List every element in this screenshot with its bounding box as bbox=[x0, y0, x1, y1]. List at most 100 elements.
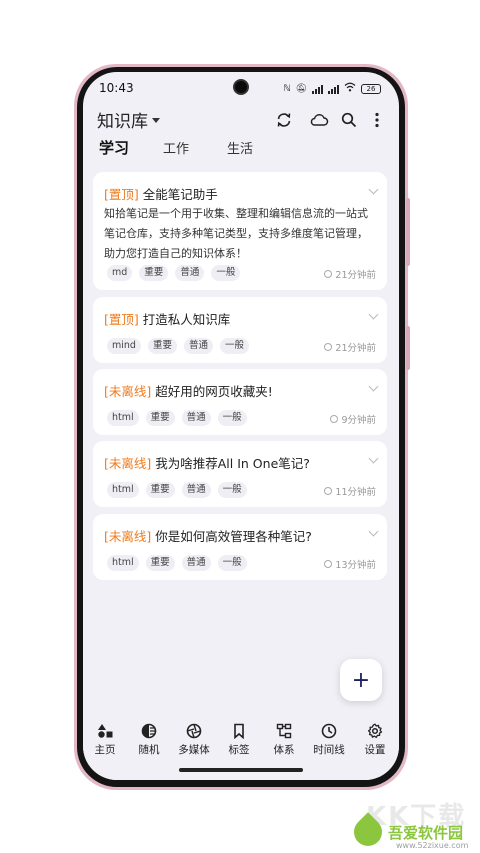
note-chip[interactable]: html bbox=[107, 555, 139, 571]
clock-icon bbox=[324, 270, 333, 278]
nav-item-tags[interactable]: 标签 bbox=[217, 722, 261, 757]
note-chips: html 重要 普通 一般 bbox=[107, 410, 247, 426]
note-chip[interactable]: 普通 bbox=[181, 410, 211, 426]
app-header: 知识库 bbox=[83, 104, 399, 136]
note-chip[interactable]: 普通 bbox=[183, 338, 213, 354]
hierarchy-icon bbox=[262, 722, 306, 740]
signal-icon bbox=[312, 84, 323, 94]
nav-label: 标签 bbox=[228, 744, 250, 756]
note-time: 13分钟前 bbox=[324, 557, 376, 571]
note-card[interactable]: [未离线] 你是如何高效管理各种笔记? html 重要 普通 一般 13分钟前 bbox=[93, 514, 387, 580]
chevron-down-icon[interactable] bbox=[368, 184, 379, 195]
note-time: 21分钟前 bbox=[324, 267, 376, 281]
note-time-text: 21分钟前 bbox=[335, 343, 376, 354]
random-icon bbox=[127, 722, 171, 740]
note-card[interactable]: [置顶] 打造私人知识库 mind 重要 普通 一般 21分钟前 bbox=[93, 297, 387, 363]
clock-icon bbox=[330, 415, 339, 423]
note-chip[interactable]: 重要 bbox=[145, 555, 175, 571]
note-chip[interactable]: html bbox=[107, 410, 139, 426]
note-tag: [置顶] bbox=[104, 312, 139, 327]
note-title: [未离线] 超好用的网页收藏夹! bbox=[104, 381, 273, 400]
bottom-nav: 主页 随机 多媒体 标签 体系 时间线 设置 bbox=[83, 714, 399, 780]
nav-item-random[interactable]: 随机 bbox=[127, 722, 171, 757]
note-time-text: 21分钟前 bbox=[335, 270, 376, 281]
note-time: 21分钟前 bbox=[324, 340, 376, 354]
chevron-down-icon[interactable] bbox=[368, 309, 379, 320]
nav-item-settings[interactable]: 设置 bbox=[353, 722, 397, 757]
signal-icon bbox=[328, 84, 339, 94]
note-card[interactable]: [置顶] 全能笔记助手 知拾笔记是一个用于收集、整理和编辑信息流的一站式笔记仓库… bbox=[93, 172, 387, 290]
note-title-text: 超好用的网页收藏夹! bbox=[155, 384, 273, 399]
note-chip[interactable]: 普通 bbox=[181, 482, 211, 498]
note-title: [置顶] 打造私人知识库 bbox=[104, 309, 230, 328]
nav-label: 多媒体 bbox=[178, 744, 210, 756]
chevron-down-icon[interactable] bbox=[368, 526, 379, 537]
note-chip[interactable]: 普通 bbox=[175, 265, 205, 281]
add-note-button[interactable]: + bbox=[340, 659, 382, 701]
nav-item-timeline[interactable]: 时间线 bbox=[307, 722, 351, 757]
note-chips: html 重要 普通 一般 bbox=[107, 555, 247, 571]
library-title: 知识库 bbox=[97, 112, 148, 132]
more-menu-icon[interactable] bbox=[366, 109, 388, 131]
note-chip[interactable]: 重要 bbox=[145, 410, 175, 426]
tab-life[interactable]: 生活 bbox=[227, 138, 253, 157]
clock-icon bbox=[307, 722, 351, 740]
note-title-text: 打造私人知识库 bbox=[142, 312, 231, 327]
note-chip[interactable]: md bbox=[107, 265, 133, 281]
note-chip[interactable]: 一般 bbox=[219, 338, 249, 354]
note-chip[interactable]: 普通 bbox=[181, 555, 211, 571]
cloud-icon[interactable] bbox=[308, 109, 330, 131]
nav-item-media[interactable]: 多媒体 bbox=[172, 722, 216, 757]
bookmark-icon bbox=[217, 722, 261, 740]
note-chip[interactable]: 一般 bbox=[217, 410, 247, 426]
note-time: 9分钟前 bbox=[330, 412, 376, 426]
mute-icon: 🔕︎ bbox=[295, 83, 307, 94]
note-chip[interactable]: 一般 bbox=[217, 482, 247, 498]
tab-study[interactable]: 学习 bbox=[99, 137, 129, 158]
note-time-text: 13分钟前 bbox=[335, 560, 376, 571]
note-card[interactable]: [未离线] 我为啥推荐All In One笔记? html 重要 普通 一般 1… bbox=[93, 441, 387, 507]
note-title-text: 我为啥推荐All In One笔记? bbox=[155, 456, 310, 471]
note-chip[interactable]: 一般 bbox=[217, 555, 247, 571]
home-indicator[interactable] bbox=[179, 768, 303, 772]
note-chip[interactable]: 一般 bbox=[211, 265, 241, 281]
clock-icon bbox=[324, 560, 333, 568]
note-title-text: 你是如何高效管理各种笔记? bbox=[155, 529, 312, 544]
note-chip[interactable]: 重要 bbox=[145, 482, 175, 498]
note-tag: [未离线] bbox=[104, 529, 152, 544]
status-time: 10:43 bbox=[99, 81, 134, 95]
search-icon[interactable] bbox=[338, 109, 360, 131]
chevron-down-icon[interactable] bbox=[368, 381, 379, 392]
library-selector[interactable]: 知识库 bbox=[97, 107, 160, 132]
clock-icon bbox=[324, 487, 333, 495]
caret-down-icon bbox=[152, 118, 160, 123]
note-body: 知拾笔记是一个用于收集、整理和编辑信息流的一站式笔记仓库，支持多种笔记类型，支持… bbox=[104, 207, 368, 260]
note-time: 11分钟前 bbox=[324, 484, 376, 498]
aperture-icon bbox=[172, 722, 216, 740]
chevron-down-icon[interactable] bbox=[368, 453, 379, 464]
watermark-url: www.52zixue.com bbox=[396, 841, 469, 850]
note-title: [未离线] 我为啥推荐All In One笔记? bbox=[104, 453, 310, 472]
note-tag: [置顶] bbox=[104, 187, 139, 202]
watermark-text: 吾爱软件园 bbox=[388, 824, 464, 842]
note-chip[interactable]: 重要 bbox=[147, 338, 177, 354]
phone-side-button bbox=[406, 198, 410, 266]
note-chips: md 重要 普通 一般 bbox=[107, 265, 241, 281]
nav-item-system[interactable]: 体系 bbox=[262, 722, 306, 757]
shapes-icon bbox=[83, 722, 127, 740]
nav-item-home[interactable]: 主页 bbox=[83, 722, 127, 757]
tab-work[interactable]: 工作 bbox=[163, 138, 189, 157]
note-card[interactable]: [未离线] 超好用的网页收藏夹! html 重要 普通 一般 9分钟前 bbox=[93, 369, 387, 435]
note-time-text: 9分钟前 bbox=[341, 415, 376, 426]
note-chip[interactable]: html bbox=[107, 482, 139, 498]
clock-icon bbox=[324, 343, 333, 351]
stage: 10:43 ℕ 🔕︎ 26 知识库 学习 工作 生活 [置顶] 全能笔记助手 知… bbox=[0, 0, 480, 853]
gear-icon bbox=[353, 722, 397, 740]
note-chip[interactable]: 重要 bbox=[139, 265, 169, 281]
battery-icon: 26 bbox=[361, 83, 381, 94]
note-chip[interactable]: mind bbox=[107, 338, 141, 354]
nav-label: 时间线 bbox=[313, 744, 345, 756]
note-chips: mind 重要 普通 一般 bbox=[107, 338, 249, 354]
note-tag: [未离线] bbox=[104, 456, 152, 471]
sync-icon[interactable] bbox=[273, 109, 295, 131]
